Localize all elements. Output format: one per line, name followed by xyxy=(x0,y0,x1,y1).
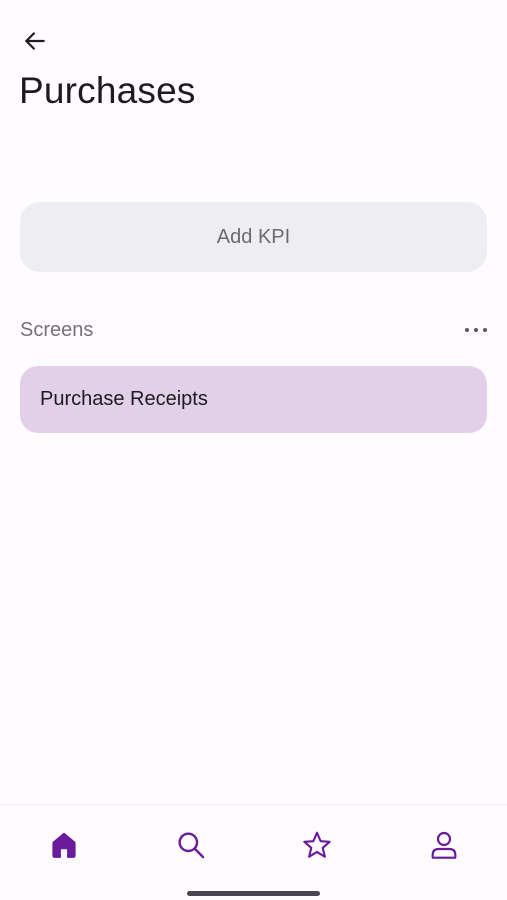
gesture-navigation-bar[interactable] xyxy=(187,891,320,896)
more-horizontal-icon xyxy=(465,328,469,332)
home-icon xyxy=(52,832,76,858)
screens-section-title: Screens xyxy=(20,318,94,341)
nav-home-button[interactable] xyxy=(36,823,92,867)
person-icon xyxy=(431,831,457,859)
bottom-navigation xyxy=(0,804,507,900)
purchases-page: Purchases Add KPI Screens Purchase Recei… xyxy=(0,0,507,900)
star-icon xyxy=(303,831,331,858)
arrow-left-icon xyxy=(25,32,45,50)
nav-profile-button[interactable] xyxy=(416,823,472,867)
more-horizontal-icon-dot xyxy=(474,328,478,332)
screen-item-label: Purchase Receipts xyxy=(40,388,208,410)
screens-more-button[interactable] xyxy=(447,314,487,346)
nav-favorites-button[interactable] xyxy=(289,823,345,867)
more-horizontal-icon-dot xyxy=(483,328,487,332)
screens-section-header: Screens xyxy=(20,312,487,348)
screen-item-purchase-receipts[interactable]: Purchase Receipts xyxy=(20,366,487,433)
page-title: Purchases xyxy=(19,70,196,111)
add-kpi-button[interactable]: Add KPI xyxy=(20,202,487,272)
back-button[interactable] xyxy=(14,24,56,58)
nav-search-button[interactable] xyxy=(163,823,219,867)
search-icon xyxy=(178,832,205,859)
